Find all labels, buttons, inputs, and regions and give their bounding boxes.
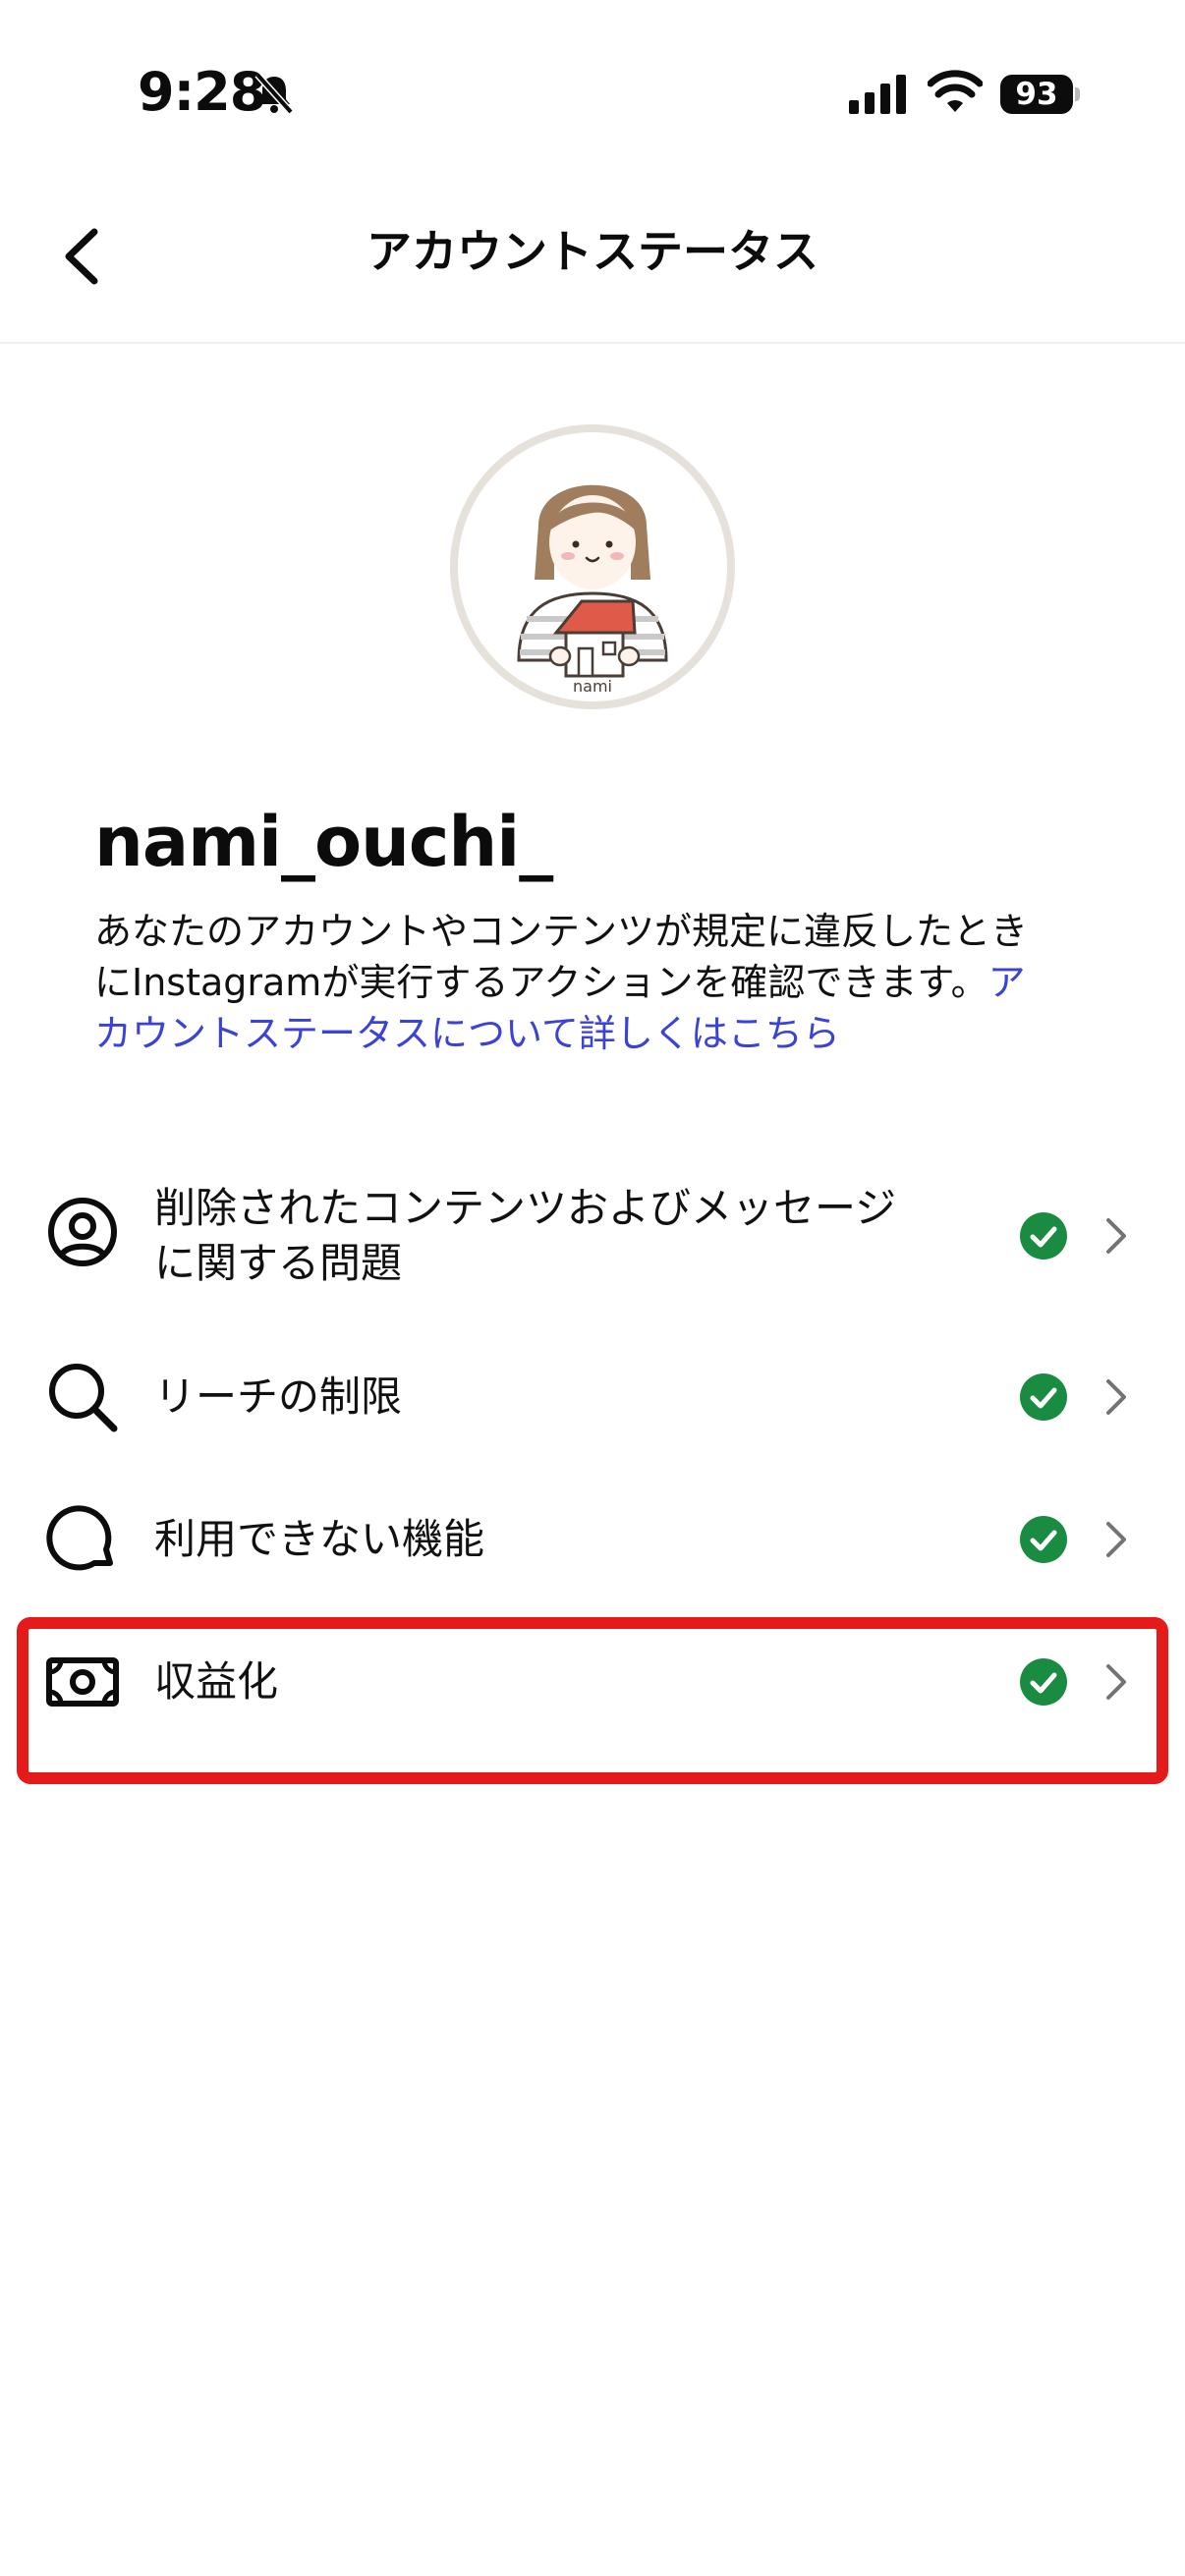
status-time: 9:28 bbox=[138, 61, 266, 123]
battery-nub bbox=[1075, 87, 1080, 101]
learn-more-link[interactable]: ア bbox=[988, 961, 1026, 1004]
battery-level: 93 bbox=[1015, 77, 1058, 112]
status-item-removed-content[interactable]: 削除されたコンテンツおよびメッセージ に関する問題 bbox=[0, 1165, 1185, 1313]
description-text-2: にInstagramが実行するアクションを確認できます。 bbox=[94, 961, 988, 1004]
check-circle-icon bbox=[1020, 1516, 1067, 1563]
status-item-unavailable-features[interactable]: 利用できない機能 bbox=[0, 1471, 1185, 1608]
bell-muted-icon bbox=[254, 72, 294, 115]
nav-header: アカウントステータス bbox=[0, 196, 1185, 344]
check-circle-icon bbox=[1020, 1212, 1067, 1260]
chat-bubble-icon bbox=[46, 1505, 113, 1571]
search-icon bbox=[49, 1364, 118, 1432]
profile-avatar: nami bbox=[450, 424, 735, 709]
status-item-label: 削除されたコンテンツおよびメッセージ に関する問題 bbox=[154, 1181, 980, 1291]
username: nami_ouchi_ bbox=[94, 802, 553, 882]
chevron-right-icon bbox=[1106, 1379, 1126, 1415]
learn-more-link-continued[interactable]: カウントステータスについて詳しくはこちら bbox=[94, 1012, 840, 1055]
avatar-caption: nami bbox=[573, 677, 612, 696]
wifi-icon bbox=[928, 70, 983, 112]
user-circle-icon bbox=[48, 1198, 117, 1266]
account-status-description: あなたのアカウントやコンテンツが規定に違反したとき にInstagramが実行す… bbox=[94, 906, 1087, 1059]
description-text-1: あなたのアカウントやコンテンツが規定に違反したとき bbox=[94, 910, 1029, 953]
check-circle-icon bbox=[1020, 1373, 1067, 1421]
chevron-right-icon bbox=[1106, 1522, 1126, 1557]
status-item-reach-limit[interactable]: リーチの制限 bbox=[0, 1328, 1185, 1466]
status-item-label-line1: 削除されたコンテンツおよびメッセージ bbox=[154, 1184, 897, 1232]
status-item-label-line2: に関する問題 bbox=[154, 1239, 403, 1287]
battery-indicator: 93 bbox=[1000, 75, 1073, 114]
highlight-box bbox=[17, 1617, 1168, 1784]
avatar-illustration: nami bbox=[517, 484, 668, 696]
status-item-label: 利用できない機能 bbox=[154, 1515, 485, 1563]
status-item-label: リーチの制限 bbox=[154, 1372, 403, 1421]
page-title: アカウントステータス bbox=[367, 225, 818, 278]
status-bar: 9:28 93 bbox=[0, 0, 1185, 187]
cellular-signal-icon bbox=[849, 75, 906, 114]
chevron-right-icon bbox=[1106, 1218, 1126, 1254]
